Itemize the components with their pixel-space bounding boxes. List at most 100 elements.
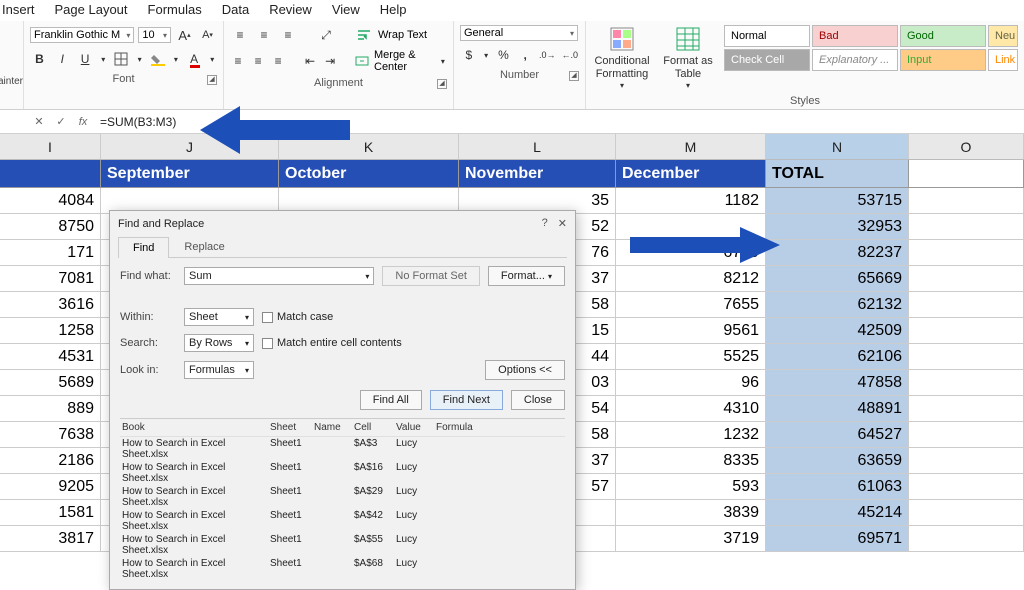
result-row[interactable]: How to Search in Excel Sheet.xlsxSheet1$… — [120, 557, 565, 581]
cell-i[interactable]: 7081 — [0, 266, 101, 292]
lookin-combo[interactable]: Formulas ▾ — [184, 361, 254, 379]
align-right-icon[interactable]: ≡ — [270, 51, 286, 71]
cell-m[interactable]: 96 — [616, 370, 766, 396]
align-center-icon[interactable]: ≡ — [250, 51, 266, 71]
accounting-dropdown-icon[interactable]: ▾ — [482, 45, 491, 65]
italic-button[interactable]: I — [53, 49, 72, 69]
cancel-formula-icon[interactable]: ✕ — [28, 111, 50, 133]
result-row[interactable]: How to Search in Excel Sheet.xlsxSheet1$… — [120, 485, 565, 509]
conditional-formatting-button[interactable]: Conditional Formatting ▾ — [592, 25, 652, 91]
find-all-button[interactable]: Find All — [360, 390, 422, 410]
style-linked[interactable]: Link — [988, 49, 1018, 71]
col-header-o[interactable]: O — [909, 134, 1024, 159]
cell-m[interactable]: 3719 — [616, 526, 766, 552]
increase-indent-icon[interactable]: ⇥ — [322, 51, 338, 71]
cell-i[interactable]: 3616 — [0, 292, 101, 318]
close-icon[interactable]: ✕ — [558, 217, 567, 230]
result-row[interactable]: How to Search in Excel Sheet.xlsxSheet1$… — [120, 533, 565, 557]
format-as-table-button[interactable]: Format as Table ▾ — [658, 25, 718, 91]
align-middle-icon[interactable]: ≡ — [254, 25, 274, 45]
align-top-icon[interactable]: ≡ — [230, 25, 250, 45]
cell-n-total[interactable]: 62106 — [766, 344, 909, 370]
cell-i[interactable]: 1258 — [0, 318, 101, 344]
cell-m[interactable]: 4310 — [616, 396, 766, 422]
cell-i[interactable]: 7638 — [0, 422, 101, 448]
style-explanatory[interactable]: Explanatory ... — [812, 49, 898, 71]
menu-page-layout[interactable]: Page Layout — [55, 2, 128, 17]
borders-button[interactable] — [112, 49, 131, 69]
cell-n-total[interactable]: 69571 — [766, 526, 909, 552]
menu-data[interactable]: Data — [222, 2, 249, 17]
cell-n-total[interactable]: 32953 — [766, 214, 909, 240]
cell-o[interactable] — [909, 318, 1024, 344]
month-total[interactable]: TOTAL — [766, 160, 909, 188]
cell-m[interactable]: 593 — [616, 474, 766, 500]
cell-n-total[interactable]: 65669 — [766, 266, 909, 292]
style-normal[interactable]: Normal — [724, 25, 810, 47]
percent-format-icon[interactable]: % — [495, 45, 513, 65]
style-neutral[interactable]: Neu — [988, 25, 1018, 47]
month-october[interactable]: October — [279, 160, 459, 188]
number-format-combo[interactable]: General▾ — [460, 25, 578, 41]
cell-o[interactable] — [909, 188, 1024, 214]
cell-o[interactable] — [909, 370, 1024, 396]
borders-dropdown-icon[interactable]: ▾ — [135, 49, 144, 69]
cell-i[interactable]: 5689 — [0, 370, 101, 396]
find-what-input[interactable]: Sum ▾ — [184, 267, 374, 285]
cell-i[interactable]: 8750 — [0, 214, 101, 240]
cell-n-total[interactable]: 64527 — [766, 422, 909, 448]
cell-i[interactable]: 3817 — [0, 526, 101, 552]
align-left-icon[interactable]: ≡ — [230, 51, 246, 71]
menu-view[interactable]: View — [332, 2, 360, 17]
cell-n-total[interactable]: 82237 — [766, 240, 909, 266]
wrap-text-button[interactable]: Wrap Text — [378, 29, 427, 41]
font-dialog-launcher-icon[interactable]: ◢ — [207, 75, 217, 85]
month-o-blank[interactable] — [909, 160, 1024, 188]
cell-m[interactable]: 8335 — [616, 448, 766, 474]
cell-i[interactable]: 889 — [0, 396, 101, 422]
cell-o[interactable] — [909, 214, 1024, 240]
cell-o[interactable] — [909, 500, 1024, 526]
cell-i[interactable]: 4084 — [0, 188, 101, 214]
cell-n-total[interactable]: 63659 — [766, 448, 909, 474]
cell-o[interactable] — [909, 344, 1024, 370]
results-col-name[interactable]: Name — [314, 422, 354, 433]
month-november[interactable]: November — [459, 160, 616, 188]
results-col-value[interactable]: Value — [396, 422, 436, 433]
decrease-indent-icon[interactable]: ⇤ — [302, 51, 318, 71]
cell-n-total[interactable]: 47858 — [766, 370, 909, 396]
bold-button[interactable]: B — [30, 49, 49, 69]
number-dialog-launcher-icon[interactable]: ◢ — [569, 71, 579, 81]
font-family-combo[interactable]: Franklin Gothic M▾ — [30, 27, 134, 43]
cell-o[interactable] — [909, 422, 1024, 448]
cell-m[interactable]: 5525 — [616, 344, 766, 370]
within-combo[interactable]: Sheet ▾ — [184, 308, 254, 326]
cell-m[interactable]: 9561 — [616, 318, 766, 344]
cell-o[interactable] — [909, 448, 1024, 474]
font-color-button[interactable]: A — [185, 49, 204, 69]
increase-decimal-icon[interactable]: .0→ — [538, 45, 557, 65]
results-col-sheet[interactable]: Sheet — [270, 422, 314, 433]
alignment-dialog-launcher-icon[interactable]: ◢ — [437, 79, 447, 89]
results-col-book[interactable]: Book — [120, 422, 270, 433]
match-case-checkbox[interactable]: Match case — [262, 311, 333, 323]
cell-i[interactable]: 1581 — [0, 500, 101, 526]
align-bottom-icon[interactable]: ≡ — [278, 25, 298, 45]
cell-o[interactable] — [909, 396, 1024, 422]
font-size-combo[interactable]: 10▾ — [138, 27, 171, 43]
merge-center-button[interactable]: Merge & Center — [374, 49, 435, 73]
cell-n-total[interactable]: 53715 — [766, 188, 909, 214]
fx-icon[interactable]: fx — [72, 111, 94, 133]
result-row[interactable]: How to Search in Excel Sheet.xlsxSheet1$… — [120, 437, 565, 461]
match-entire-checkbox[interactable]: Match entire cell contents — [262, 337, 402, 349]
cell-n-total[interactable]: 48891 — [766, 396, 909, 422]
tab-replace[interactable]: Replace — [169, 236, 239, 257]
decrease-font-icon[interactable]: A▾ — [198, 25, 217, 45]
cell-o[interactable] — [909, 266, 1024, 292]
cell-o[interactable] — [909, 474, 1024, 500]
cell-n-total[interactable]: 61063 — [766, 474, 909, 500]
accounting-format-icon[interactable]: $ — [460, 45, 478, 65]
decrease-decimal-icon[interactable]: ←.0 — [561, 45, 580, 65]
cell-o[interactable] — [909, 526, 1024, 552]
result-row[interactable]: How to Search in Excel Sheet.xlsxSheet1$… — [120, 509, 565, 533]
